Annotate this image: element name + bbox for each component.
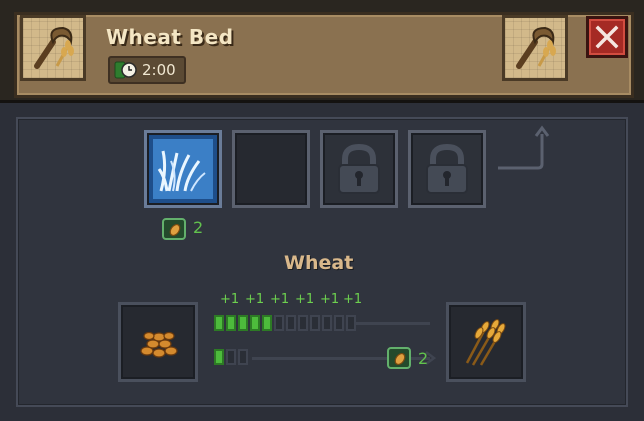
craft-timer: 2:00 [108, 56, 186, 84]
slot-empty[interactable] [232, 130, 310, 208]
progress-segment-filled [226, 315, 236, 331]
progress-segment-empty [298, 315, 308, 331]
increment-label: +1 [245, 292, 265, 307]
progress-segment-empty [322, 315, 332, 331]
frost-grass-icon [153, 139, 213, 199]
recipe-header: Wheat Bed 2:00 [0, 0, 644, 103]
progress-segment-filled [250, 315, 260, 331]
increment-label: +1 [220, 292, 240, 307]
seed-icon [394, 352, 406, 366]
result-wheat-slot[interactable] [446, 302, 526, 382]
input-grain-slot[interactable] [118, 302, 198, 382]
wheat-bundle-icon [465, 319, 506, 366]
progress-track [356, 322, 430, 325]
increment-label: +1 [320, 292, 340, 307]
slot-filled[interactable] [144, 130, 222, 208]
lock-icon [338, 143, 380, 194]
increment-label: +1 [270, 292, 290, 307]
progress-segment-filled [214, 315, 224, 331]
progress-segment-empty [274, 315, 284, 331]
grain-pile-icon [140, 331, 178, 358]
timer-value: 2:00 [142, 61, 176, 79]
progress-segment-empty [310, 315, 320, 331]
output-count-badge [387, 347, 411, 369]
progress-segment-filled [238, 315, 248, 331]
expand-arrow-icon [498, 125, 550, 170]
sickle-wheat-icon [20, 15, 86, 81]
output-count: 2 [418, 349, 429, 368]
page-title: Wheat Bed [106, 25, 234, 49]
increment-label: +1 [343, 292, 363, 307]
lock-icon [426, 143, 468, 194]
slot-locked[interactable] [408, 130, 486, 208]
increment-label: +1 [295, 292, 315, 307]
seed-cost-badge [162, 218, 186, 240]
close-button[interactable] [586, 16, 628, 58]
sickle-wheat-icon [502, 15, 568, 81]
progress-segment-filled [262, 315, 272, 331]
product-name: Wheat [284, 252, 354, 274]
progress-segment-empty [334, 315, 344, 331]
seed-cost-count: 2 [193, 218, 204, 237]
close-x-icon [595, 25, 619, 49]
seed-icon [169, 223, 181, 237]
progress-segment-empty [226, 349, 236, 365]
clock-icon [114, 61, 137, 79]
progress-segment-empty [238, 349, 248, 365]
progress-segment-empty [346, 315, 356, 331]
progress-segment-empty [286, 315, 296, 331]
slot-locked[interactable] [320, 130, 398, 208]
progress-segment-filled [214, 349, 224, 365]
